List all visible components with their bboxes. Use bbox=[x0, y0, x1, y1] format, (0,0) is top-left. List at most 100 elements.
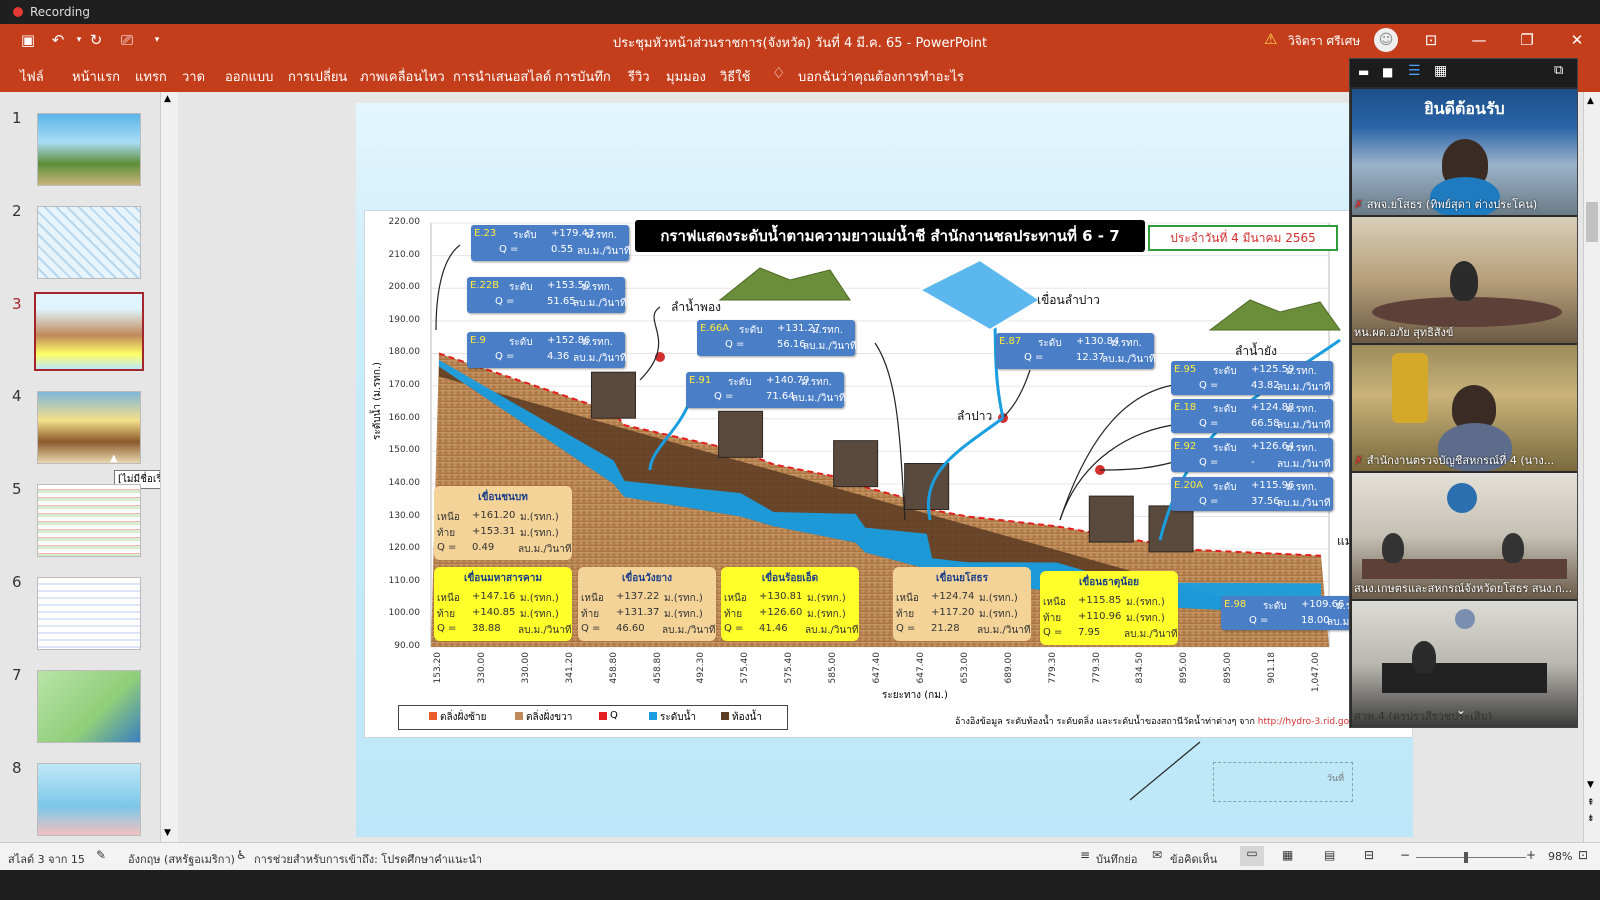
slide-number: 8 bbox=[12, 759, 22, 777]
accessibility-icon[interactable]: ♿ bbox=[236, 848, 247, 862]
language-indicator[interactable]: อังกฤษ (สหรัฐอเมริกา) bbox=[128, 850, 235, 868]
single-view-icon[interactable]: ■ bbox=[1382, 65, 1393, 79]
zoom-in-icon[interactable]: + bbox=[1526, 848, 1536, 862]
lower-word: ท้าย bbox=[724, 609, 743, 620]
level-word: ระดับ bbox=[1213, 404, 1237, 415]
zoom-level[interactable]: 98% bbox=[1548, 850, 1572, 863]
slide-thumbnail-7[interactable] bbox=[37, 670, 141, 743]
tab-animations[interactable]: ภาพเคลื่อนไหว bbox=[360, 66, 445, 87]
legend-swatch bbox=[599, 712, 607, 720]
slide-sorter-icon[interactable]: ▦ bbox=[1282, 848, 1293, 862]
fit-slide-icon[interactable]: ⊡ bbox=[1578, 848, 1588, 862]
tab-view[interactable]: มุมมอง bbox=[666, 66, 706, 87]
minimize-panel-icon[interactable]: ▬ bbox=[1358, 65, 1369, 79]
station-info-box: E.22B ระดับ +153.50 ม.รทก. Q = 51.65 ลบ.ม./วิน… bbox=[467, 277, 626, 313]
lightbulb-icon[interactable]: ♢ bbox=[772, 64, 785, 82]
legend-swatch bbox=[721, 712, 729, 720]
tab-home[interactable]: หน้าแรก bbox=[72, 66, 120, 87]
video-tile[interactable]: ศวพ.4 (ครปรวสีรวชประเสิม) ⌄ bbox=[1352, 601, 1577, 727]
slide-thumbnail-5[interactable] bbox=[37, 484, 141, 557]
x-tick-label: 647.40 bbox=[872, 652, 882, 684]
q-word: Q = bbox=[1199, 457, 1219, 468]
comments-icon[interactable]: ✉ bbox=[1152, 848, 1162, 862]
tab-help[interactable]: วิธีใช้ bbox=[720, 66, 750, 87]
scroll-down-icon[interactable]: ▼ bbox=[1587, 780, 1594, 790]
thumbnail-scrollbar[interactable]: ▲ ▼ bbox=[160, 92, 178, 842]
date-placeholder[interactable]: วันที่ bbox=[1213, 762, 1353, 802]
minimize-icon[interactable]: — bbox=[1468, 30, 1490, 50]
ribbon-display-icon[interactable]: ⊡ bbox=[1420, 30, 1442, 50]
x-axis-label: ระยะทาง (กม.) bbox=[882, 690, 948, 701]
accessibility-status[interactable]: การช่วยสำหรับการเข้าถึง: โปรดศึกษาคำแนะน… bbox=[254, 850, 482, 868]
editor-scrollbar[interactable]: ▲ ▼ ⇞ ⇟ bbox=[1583, 92, 1600, 842]
grid-view-icon[interactable]: ▦ bbox=[1434, 63, 1447, 79]
close-icon[interactable]: ✕ bbox=[1566, 30, 1588, 50]
station-info-box: E.95 ระดับ +125.59 ม.รทก. Q = 43.82 ลบ.ม./วินา… bbox=[1171, 361, 1333, 395]
video-tile[interactable]: หน.ผต.อภัย สุทธิสังข์ bbox=[1352, 217, 1577, 343]
tab-record[interactable]: การบันทึก bbox=[555, 66, 611, 87]
notes-icon[interactable]: ≡ bbox=[1080, 848, 1090, 862]
zoom-out-icon[interactable]: − bbox=[1400, 848, 1410, 862]
previous-slide-icon[interactable]: ⇞ bbox=[1587, 798, 1595, 808]
slide-thumbnail-4[interactable] bbox=[37, 391, 141, 464]
discharge-unit: ลบ.ม./วินาที bbox=[577, 246, 631, 257]
tell-me-search[interactable]: บอกฉันว่าคุณต้องการทำอะไร bbox=[798, 66, 964, 87]
reading-view-icon[interactable]: ▤ bbox=[1324, 848, 1335, 862]
video-tile[interactable]: ✗ สำนักงานตรวจบัญชีสหกรณ์ที่ 4 (นาง... bbox=[1352, 345, 1577, 471]
scroll-up-icon[interactable]: ▲ bbox=[164, 94, 171, 104]
dam-info-box: เขื่อนธาตุน้อย เหนือ +115.85 ม.(รทก.) ท้าย +1… bbox=[1040, 571, 1178, 645]
slide-counter: สไลด์ 3 จาก 15 bbox=[8, 853, 85, 866]
stack-view-icon[interactable]: ☰ bbox=[1408, 63, 1421, 79]
tab-draw[interactable]: วาด bbox=[182, 66, 205, 87]
dam-name: เขื่อนธาตุน้อย bbox=[1078, 577, 1139, 588]
level-unit: ม.(รทก.) bbox=[1126, 613, 1165, 624]
scroll-thumb[interactable] bbox=[1586, 202, 1598, 242]
user-name[interactable]: วิจิตรา ศรีเศษ bbox=[1288, 32, 1360, 51]
powerpoint-window: Recording ▣ ↶ ▾ ↻ ⎚ ▾ ประชุมหัวหน้าส่วนร… bbox=[0, 0, 1600, 900]
participant-name: สนง.เกษตรและสหกรณ์จังหวัดยโสธร สนง.ก... bbox=[1354, 582, 1573, 595]
zoom-slider-thumb[interactable] bbox=[1464, 852, 1468, 863]
slide-thumbnail-3[interactable] bbox=[34, 292, 144, 371]
video-tile[interactable]: สนง.เกษตรและสหกรณ์จังหวัดยโสธร สนง.ก... bbox=[1352, 473, 1577, 599]
tab-insert[interactable]: แทรก bbox=[135, 66, 167, 87]
avatar[interactable]: ☺ bbox=[1374, 28, 1398, 52]
station-code: E.91 bbox=[689, 375, 712, 386]
notes-button[interactable]: บันทึกย่อ bbox=[1096, 850, 1137, 868]
legend-swatch bbox=[429, 712, 437, 720]
x-tick-label: 492.30 bbox=[696, 652, 707, 684]
slideshow-view-icon[interactable]: ⊟ bbox=[1364, 848, 1374, 862]
scroll-up-icon[interactable]: ▲ bbox=[1587, 96, 1594, 106]
level-unit: ม.รทก. bbox=[586, 230, 617, 241]
zoom-slider[interactable] bbox=[1416, 857, 1526, 858]
expand-panel-icon[interactable]: ⧉ bbox=[1554, 63, 1563, 78]
comments-button[interactable]: ข้อคิดเห็น bbox=[1170, 850, 1217, 868]
x-tick-label: 653.00 bbox=[959, 652, 970, 684]
tab-design[interactable]: ออกแบบ bbox=[225, 66, 273, 87]
source-link[interactable]: http://hydro-3.rid.go.th bbox=[1258, 717, 1361, 727]
q-word: Q = bbox=[1199, 496, 1219, 507]
video-tile[interactable]: ยินดีต้อนรับ ✗ สพจ.ยโสธร (ทิพย์สุดา ต่าง… bbox=[1352, 89, 1577, 215]
slide-thumbnail-1[interactable] bbox=[37, 113, 141, 186]
tab-slideshow[interactable]: การนำเสนอสไลด์ bbox=[453, 66, 551, 87]
tab-file[interactable]: ไฟล์ bbox=[20, 66, 44, 87]
level-unit: ม.(รทก.) bbox=[979, 593, 1018, 604]
q-word: Q = bbox=[499, 244, 519, 255]
slide-thumbnail-6[interactable] bbox=[37, 577, 141, 650]
normal-view-icon[interactable]: ▭ bbox=[1240, 846, 1264, 866]
next-slide-icon[interactable]: ⇟ bbox=[1587, 814, 1595, 824]
source-note: อ้างอิงข้อมูล ระดับท้องน้ำ ระดับตลิ่ง แล… bbox=[955, 714, 1361, 728]
spelling-icon[interactable]: ✎ bbox=[96, 848, 106, 862]
warning-icon[interactable]: ⚠ bbox=[1264, 30, 1277, 48]
slide-thumbnail-2[interactable] bbox=[37, 206, 141, 279]
tab-transitions[interactable]: การเปลี่ยน bbox=[288, 66, 347, 87]
slide-thumbnail-8[interactable] bbox=[37, 763, 141, 836]
level-unit: ม.รทก. bbox=[582, 282, 613, 293]
dam-upper-level: +115.85 bbox=[1078, 595, 1122, 606]
legend-item: Q bbox=[610, 710, 618, 721]
scroll-down-icon[interactable]: ▼ bbox=[164, 828, 171, 838]
restore-icon[interactable]: ❐ bbox=[1516, 30, 1538, 50]
slide-number: 2 bbox=[12, 202, 22, 220]
recording-bar: Recording bbox=[0, 0, 1600, 24]
tab-review[interactable]: รีวิว bbox=[628, 66, 650, 87]
chevron-down-icon[interactable]: ⌄ bbox=[1456, 703, 1466, 717]
